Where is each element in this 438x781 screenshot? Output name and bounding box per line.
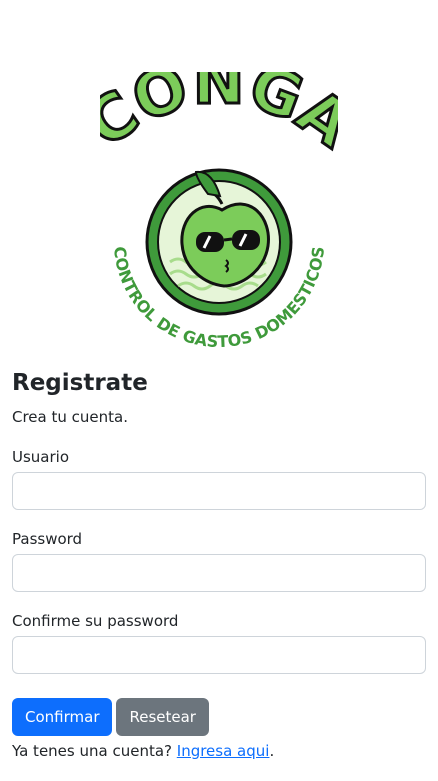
confirm-password-group: Confirme su password: [12, 610, 426, 674]
password-group: Password: [12, 528, 426, 592]
password-input[interactable]: [12, 554, 426, 592]
confirm-password-label: Confirme su password: [12, 612, 179, 630]
logo-wordmark: CONGA: [100, 72, 338, 162]
username-input[interactable]: [12, 472, 426, 510]
login-prompt-text: Ya tenes una cuenta?: [12, 742, 172, 760]
username-label: Usuario: [12, 448, 70, 466]
username-group: Usuario: [12, 446, 426, 510]
page-subtitle: Crea tu cuenta.: [12, 408, 128, 426]
password-label: Password: [12, 530, 83, 548]
login-suffix: .: [269, 742, 275, 760]
login-prompt-line: Ya tenes una cuenta? Ingresa aqui.: [12, 741, 426, 761]
login-link[interactable]: Ingresa aqui: [177, 742, 270, 760]
form-actions: Confirmar Resetear: [12, 698, 426, 736]
confirm-password-input[interactable]: [12, 636, 426, 674]
conga-logo: CONGA CONTROL DE GASTOS DOMESTICOS: [100, 72, 338, 362]
confirm-button[interactable]: Confirmar: [12, 698, 113, 736]
register-form: Registrate Crea tu cuenta. Usuario Passw…: [12, 366, 426, 761]
reset-button[interactable]: Resetear: [116, 698, 209, 736]
page-title: Registrate: [12, 370, 148, 396]
